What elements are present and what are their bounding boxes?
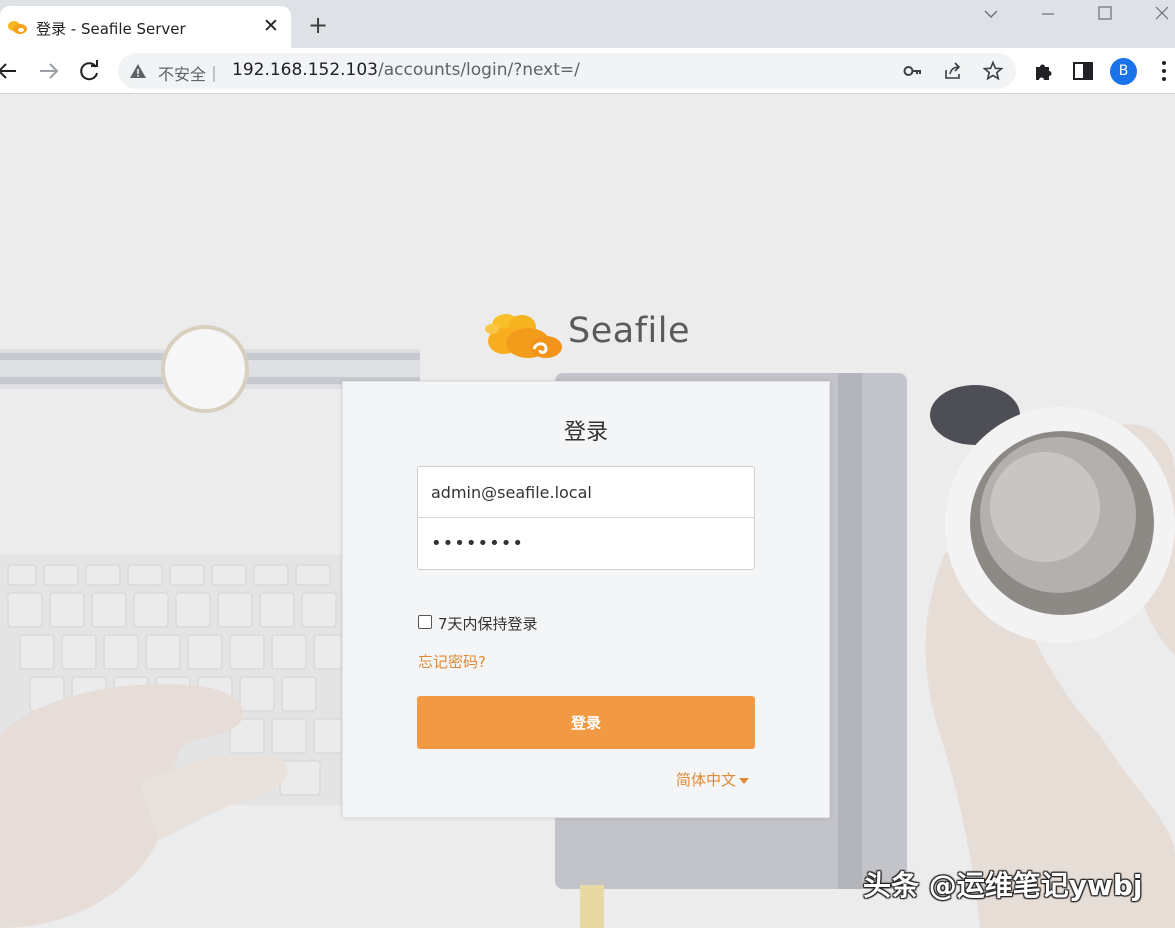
browser-tab[interactable]: 登录 - Seafile Server ✕ <box>0 6 291 48</box>
browser-toolbar: 不安全｜ 192.168.152.103/accounts/login/?nex… <box>0 48 1175 94</box>
side-panel-icon[interactable] <box>1070 58 1096 84</box>
login-page: Seafile 登录 7天内保持登录 忘记密码? 登录 简体中文 头条 @运维笔… <box>0 95 1175 928</box>
login-submit-button[interactable]: 登录 <box>417 696 755 749</box>
not-secure-warning-icon[interactable] <box>129 62 147 80</box>
security-status-text[interactable]: 不安全｜ <box>158 61 222 85</box>
login-card: 登录 7天内保持登录 忘记密码? 登录 简体中文 <box>342 381 830 818</box>
address-bar[interactable]: 不安全｜ 192.168.152.103/accounts/login/?nex… <box>118 53 1016 89</box>
new-tab-button[interactable]: + <box>306 13 330 37</box>
brand-name: Seafile <box>568 311 691 351</box>
minimize-icon[interactable] <box>1034 3 1062 25</box>
tab-close-icon[interactable]: ✕ <box>262 15 280 37</box>
caret-down-icon <box>739 777 750 784</box>
url-path: /accounts/login/?next=/ <box>378 60 580 80</box>
seafile-favicon-icon <box>8 21 27 34</box>
share-icon[interactable] <box>942 60 964 82</box>
extensions-puzzle-icon[interactable] <box>1031 58 1057 84</box>
back-arrow-icon[interactable] <box>0 58 20 84</box>
reload-icon[interactable] <box>76 58 102 84</box>
watermark: 头条 @运维笔记ywbj <box>863 869 1143 902</box>
seafile-cloud-logo-icon <box>485 314 562 358</box>
forgot-password-link[interactable]: 忘记密码? <box>418 651 486 672</box>
profile-avatar[interactable]: B <box>1110 58 1137 85</box>
bookmark-star-icon[interactable] <box>982 60 1004 82</box>
password-input[interactable] <box>418 518 754 569</box>
login-title: 登录 <box>563 420 608 445</box>
remember-checkbox[interactable] <box>418 615 432 629</box>
close-window-icon[interactable] <box>1148 3 1175 25</box>
password-key-icon[interactable] <box>902 60 924 82</box>
language-label: 简体中文 <box>676 771 737 789</box>
forward-arrow-icon[interactable] <box>36 58 62 84</box>
username-input[interactable] <box>418 467 754 518</box>
maximize-icon[interactable] <box>1091 3 1119 25</box>
tab-title: 登录 - Seafile Server <box>36 20 186 38</box>
browser-tab-strip: 登录 - Seafile Server ✕ + <box>0 0 1175 48</box>
more-menu-icon[interactable] <box>1151 58 1175 84</box>
tab-search-chevron-icon[interactable] <box>977 3 1005 25</box>
language-selector[interactable]: 简体中文 <box>676 769 750 790</box>
credentials-group <box>417 466 755 570</box>
remember-label[interactable]: 7天内保持登录 <box>438 613 538 634</box>
url-text[interactable]: 192.168.152.103/accounts/login/?next=/ <box>232 60 580 80</box>
seafile-logo: Seafile <box>484 305 694 361</box>
url-host: 192.168.152.103 <box>232 60 379 80</box>
